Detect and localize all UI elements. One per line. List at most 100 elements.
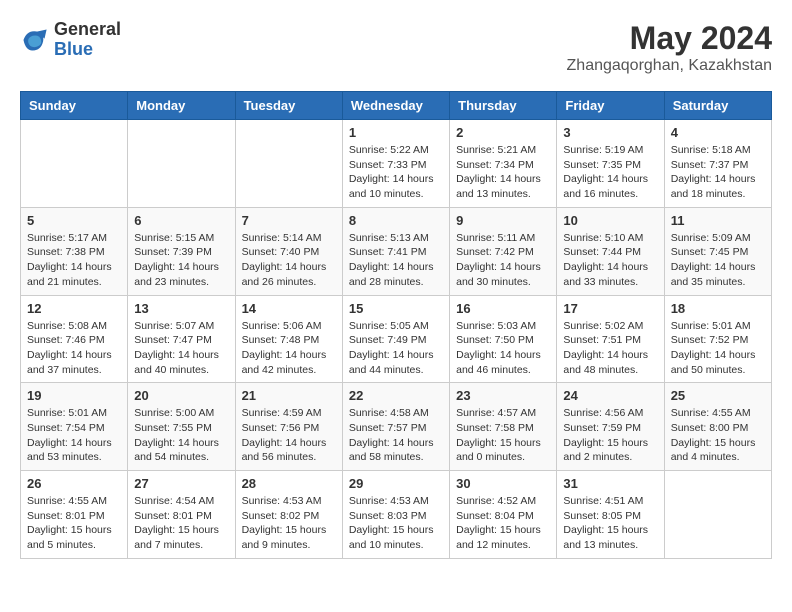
day-number: 28 [242,476,336,491]
calendar-cell: 27 Sunrise: 4:54 AM Sunset: 8:01 PM Dayli… [128,471,235,559]
calendar-cell: 22 Sunrise: 4:58 AM Sunset: 7:57 PM Dayli… [342,383,449,471]
day-info: Sunrise: 5:06 AM Sunset: 7:48 PM Dayligh… [242,319,336,378]
calendar-cell [235,120,342,208]
day-number: 24 [563,388,657,403]
day-number: 17 [563,301,657,316]
day-info: Sunrise: 5:15 AM Sunset: 7:39 PM Dayligh… [134,231,228,290]
day-info: Sunrise: 4:58 AM Sunset: 7:57 PM Dayligh… [349,406,443,465]
weekday-header-sunday: Sunday [21,92,128,120]
calendar-cell: 7 Sunrise: 5:14 AM Sunset: 7:40 PM Daylig… [235,207,342,295]
logo-blue: Blue [54,39,93,59]
day-number: 2 [456,125,550,140]
calendar-cell: 16 Sunrise: 5:03 AM Sunset: 7:50 PM Dayli… [450,295,557,383]
calendar-cell: 9 Sunrise: 5:11 AM Sunset: 7:42 PM Daylig… [450,207,557,295]
day-info: Sunrise: 5:03 AM Sunset: 7:50 PM Dayligh… [456,319,550,378]
calendar-cell: 20Sunrise: 5:00 AM Sunset: 7:55 PM Dayli… [128,383,235,471]
weekday-header-tuesday: Tuesday [235,92,342,120]
day-number: 15 [349,301,443,316]
day-info: Sunrise: 5:11 AM Sunset: 7:42 PM Dayligh… [456,231,550,290]
day-number: 18 [671,301,765,316]
calendar-cell: 26 Sunrise: 4:55 AM Sunset: 8:01 PM Dayli… [21,471,128,559]
day-info: Sunrise: 4:56 AM Sunset: 7:59 PM Dayligh… [563,406,657,465]
calendar-cell [664,471,771,559]
day-info: Sunrise: 4:55 AM Sunset: 8:00 PM Dayligh… [671,406,765,465]
calendar-cell [128,120,235,208]
calendar-cell: 15 Sunrise: 5:05 AM Sunset: 7:49 PM Dayli… [342,295,449,383]
logo-text: General Blue [54,20,121,60]
day-info: Sunrise: 5:19 AM Sunset: 7:35 PM Dayligh… [563,143,657,202]
calendar-cell: 31Sunrise: 4:51 AM Sunset: 8:05 PM Dayli… [557,471,664,559]
title-area: May 2024 Zhangaqorghan, Kazakhstan [567,20,772,75]
weekday-header-friday: Friday [557,92,664,120]
day-info: Sunrise: 5:21 AM Sunset: 7:34 PM Dayligh… [456,143,550,202]
calendar-week-row: 12 Sunrise: 5:08 AM Sunset: 7:46 PM Dayli… [21,295,772,383]
day-info: Sunrise: 4:51 AM Sunset: 8:05 PM Dayligh… [563,494,657,553]
weekday-header-monday: Monday [128,92,235,120]
day-number: 8 [349,213,443,228]
day-number: 29 [349,476,443,491]
calendar-cell: 8Sunrise: 5:13 AM Sunset: 7:41 PM Daylig… [342,207,449,295]
logo-general: General [54,19,121,39]
day-info: Sunrise: 5:08 AM Sunset: 7:46 PM Dayligh… [27,319,121,378]
day-info: Sunrise: 4:59 AM Sunset: 7:56 PM Dayligh… [242,406,336,465]
calendar-cell: 29 Sunrise: 4:53 AM Sunset: 8:03 PM Dayli… [342,471,449,559]
calendar-cell: 13 Sunrise: 5:07 AM Sunset: 7:47 PM Dayli… [128,295,235,383]
calendar-cell: 18 Sunrise: 5:01 AM Sunset: 7:52 PM Dayli… [664,295,771,383]
page-header: General Blue May 2024 Zhangaqorghan, Kaz… [20,20,772,75]
day-number: 22 [349,388,443,403]
day-number: 27 [134,476,228,491]
calendar-cell: 4 Sunrise: 5:18 AM Sunset: 7:37 PM Daylig… [664,120,771,208]
day-number: 12 [27,301,121,316]
day-number: 6 [134,213,228,228]
day-info: Sunrise: 5:05 AM Sunset: 7:49 PM Dayligh… [349,319,443,378]
calendar-cell: 17Sunrise: 5:02 AM Sunset: 7:51 PM Dayli… [557,295,664,383]
calendar-cell: 28Sunrise: 4:53 AM Sunset: 8:02 PM Dayli… [235,471,342,559]
calendar-cell: 23 Sunrise: 4:57 AM Sunset: 7:58 PM Dayli… [450,383,557,471]
day-info: Sunrise: 4:54 AM Sunset: 8:01 PM Dayligh… [134,494,228,553]
calendar-cell: 5 Sunrise: 5:17 AM Sunset: 7:38 PM Daylig… [21,207,128,295]
day-number: 30 [456,476,550,491]
calendar-cell: 14 Sunrise: 5:06 AM Sunset: 7:48 PM Dayli… [235,295,342,383]
day-number: 7 [242,213,336,228]
day-info: Sunrise: 5:14 AM Sunset: 7:40 PM Dayligh… [242,231,336,290]
day-info: Sunrise: 5:01 AM Sunset: 7:52 PM Dayligh… [671,319,765,378]
day-number: 9 [456,213,550,228]
weekday-header-saturday: Saturday [664,92,771,120]
calendar-week-row: 1Sunrise: 5:22 AM Sunset: 7:33 PM Daylig… [21,120,772,208]
calendar-cell: 25 Sunrise: 4:55 AM Sunset: 8:00 PM Dayli… [664,383,771,471]
day-number: 5 [27,213,121,228]
calendar-cell: 6 Sunrise: 5:15 AM Sunset: 7:39 PM Daylig… [128,207,235,295]
day-number: 11 [671,213,765,228]
day-info: Sunrise: 5:18 AM Sunset: 7:37 PM Dayligh… [671,143,765,202]
day-info: Sunrise: 5:10 AM Sunset: 7:44 PM Dayligh… [563,231,657,290]
day-number: 21 [242,388,336,403]
day-info: Sunrise: 4:53 AM Sunset: 8:03 PM Dayligh… [349,494,443,553]
calendar-cell: 12 Sunrise: 5:08 AM Sunset: 7:46 PM Dayli… [21,295,128,383]
day-number: 4 [671,125,765,140]
day-info: Sunrise: 5:17 AM Sunset: 7:38 PM Dayligh… [27,231,121,290]
calendar-cell: 30 Sunrise: 4:52 AM Sunset: 8:04 PM Dayli… [450,471,557,559]
day-info: Sunrise: 5:01 AM Sunset: 7:54 PM Dayligh… [27,406,121,465]
day-number: 25 [671,388,765,403]
day-info: Sunrise: 5:09 AM Sunset: 7:45 PM Dayligh… [671,231,765,290]
logo-icon [20,26,48,54]
day-number: 26 [27,476,121,491]
calendar-cell: 1Sunrise: 5:22 AM Sunset: 7:33 PM Daylig… [342,120,449,208]
day-number: 14 [242,301,336,316]
day-info: Sunrise: 4:52 AM Sunset: 8:04 PM Dayligh… [456,494,550,553]
day-info: Sunrise: 5:00 AM Sunset: 7:55 PM Dayligh… [134,406,228,465]
day-info: Sunrise: 5:07 AM Sunset: 7:47 PM Dayligh… [134,319,228,378]
day-info: Sunrise: 4:55 AM Sunset: 8:01 PM Dayligh… [27,494,121,553]
day-number: 1 [349,125,443,140]
calendar-week-row: 26 Sunrise: 4:55 AM Sunset: 8:01 PM Dayli… [21,471,772,559]
day-number: 16 [456,301,550,316]
day-number: 19 [27,388,121,403]
calendar-week-row: 5 Sunrise: 5:17 AM Sunset: 7:38 PM Daylig… [21,207,772,295]
calendar-cell: 3Sunrise: 5:19 AM Sunset: 7:35 PM Daylig… [557,120,664,208]
weekday-header-row: SundayMondayTuesdayWednesdayThursdayFrid… [21,92,772,120]
location-subtitle: Zhangaqorghan, Kazakhstan [567,57,772,75]
day-number: 13 [134,301,228,316]
calendar-cell [21,120,128,208]
day-number: 23 [456,388,550,403]
day-info: Sunrise: 4:57 AM Sunset: 7:58 PM Dayligh… [456,406,550,465]
